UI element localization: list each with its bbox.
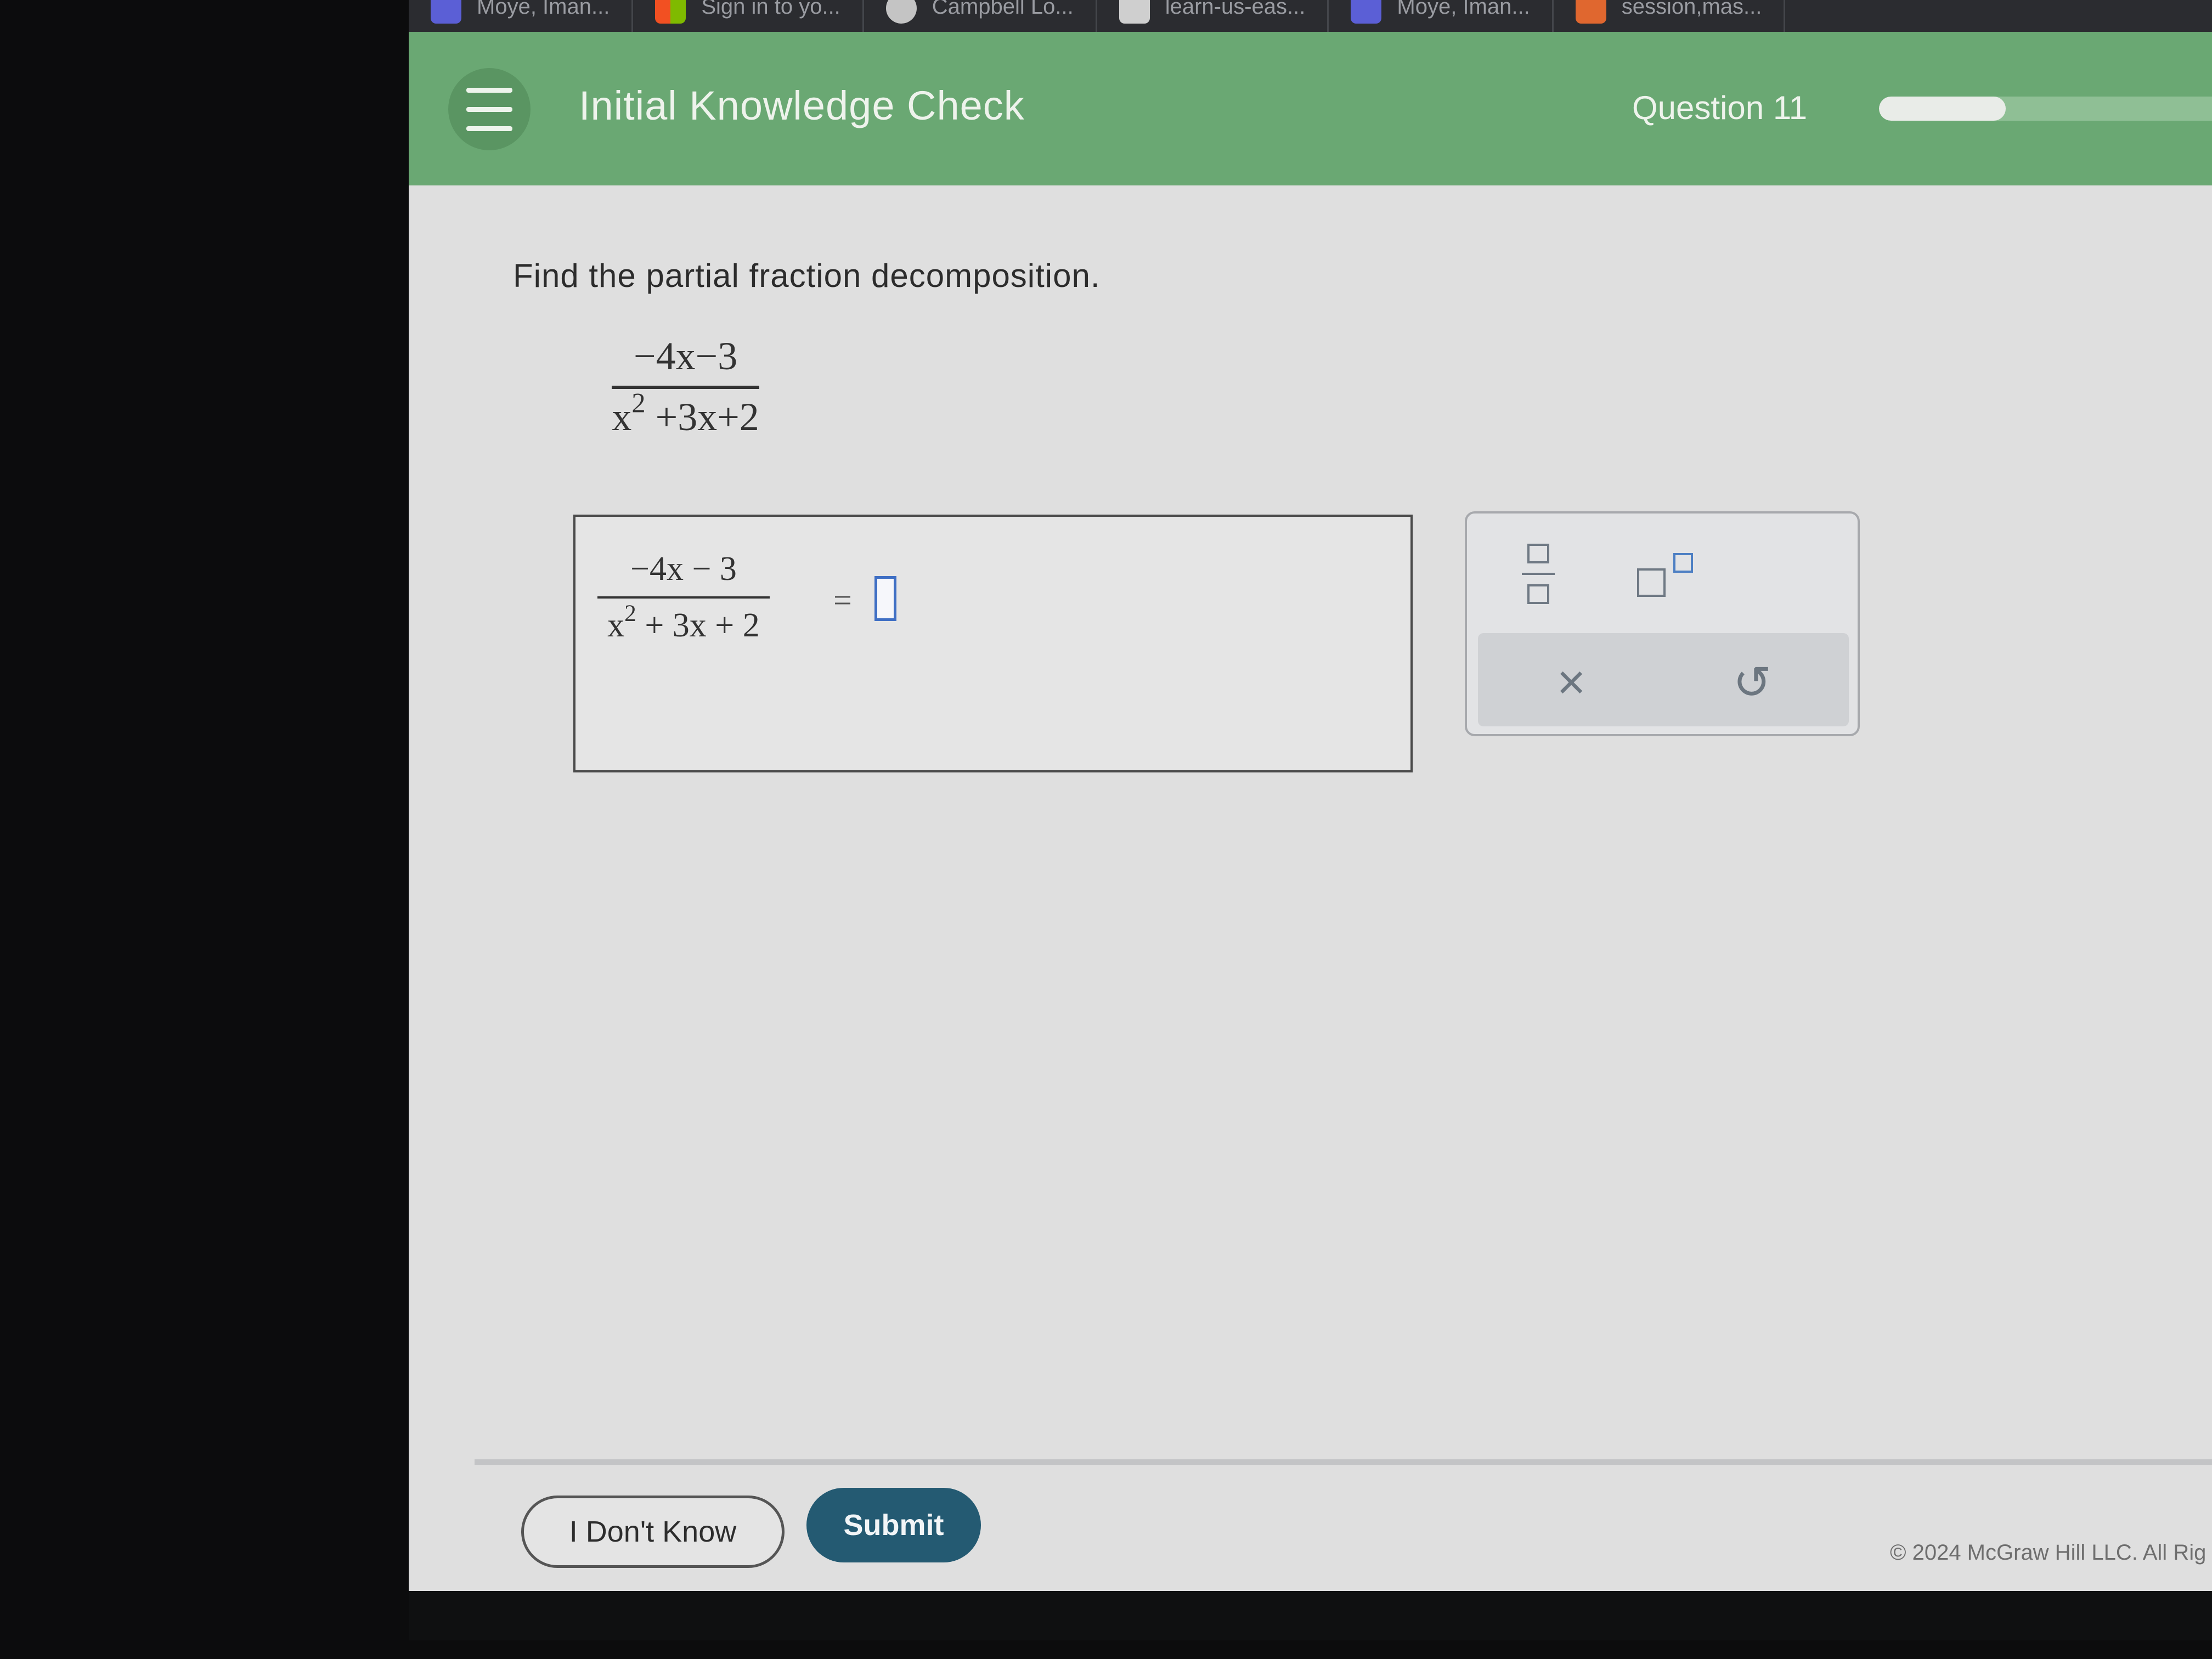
toolpad-actions: × ↺: [1478, 633, 1849, 726]
denominator-exponent: 2: [624, 600, 636, 627]
answer-slot[interactable]: [874, 576, 896, 621]
top-bar: Initial Knowledge Check Question 11: [409, 32, 2212, 185]
exponent-template-button[interactable]: [1637, 546, 1697, 601]
undo-icon: ↺: [1733, 657, 1772, 708]
bookmark-label: Campbell Lo...: [932, 0, 1074, 19]
submit-button[interactable]: Submit: [806, 1488, 981, 1562]
progress-bar: [1879, 97, 2212, 121]
answer-denominator: x2 + 3x + 2: [607, 599, 760, 645]
bookmark-item[interactable]: Sign in to yo...: [633, 0, 864, 32]
dont-know-button[interactable]: I Don't Know: [521, 1496, 785, 1568]
bookmark-label: Moye, Iman...: [1397, 0, 1530, 19]
exponent-base-box-icon: [1637, 568, 1666, 597]
denominator-rest: + 3x + 2: [636, 607, 760, 644]
screen: Moye, Iman... Sign in to yo... Campbell …: [409, 0, 2212, 1640]
bookmark-label: Moye, Iman...: [477, 0, 610, 19]
bookmark-label: session,mas...: [1621, 0, 1762, 19]
screen-bezel: [409, 1591, 2212, 1640]
orange-app-icon: [1575, 0, 1606, 24]
circle-logo-icon: [885, 0, 917, 24]
progress-fill: [1879, 97, 2006, 121]
equals-sign: =: [833, 582, 852, 618]
question-prompt: Find the partial fraction decomposition.: [513, 257, 1101, 294]
bookmarks-bar: Moye, Iman... Sign in to yo... Campbell …: [409, 0, 2212, 32]
app-icon: [431, 0, 461, 24]
copyright-text: © 2024 McGraw Hill LLC. All Rig: [1890, 1541, 2207, 1565]
answer-numerator: −4x − 3: [630, 550, 737, 588]
bookmark-item[interactable]: Campbell Lo...: [864, 0, 1097, 32]
menu-button[interactable]: [448, 68, 531, 150]
bookmark-item[interactable]: session,mas...: [1554, 0, 1786, 32]
close-icon: ×: [1556, 654, 1586, 710]
bookmark-label: learn-us-eas...: [1165, 0, 1306, 19]
denominator-base: x: [612, 395, 632, 439]
denominator-base: x: [607, 607, 625, 644]
answer-input-area[interactable]: −4x − 3 x2 + 3x + 2 =: [573, 515, 1413, 772]
denominator-exponent: 2: [631, 387, 646, 419]
hamburger-icon: [466, 81, 512, 138]
bookmark-item[interactable]: learn-us-eas...: [1097, 0, 1329, 32]
page-title: Initial Knowledge Check: [579, 83, 1025, 128]
denominator-rest: +3x+2: [645, 395, 759, 439]
bookmark-item[interactable]: Moye, Iman...: [1329, 0, 1554, 32]
math-toolpad: × ↺: [1465, 511, 1860, 736]
footer-divider: [475, 1459, 2212, 1465]
given-numerator: −4x−3: [634, 334, 738, 378]
windows-logo-icon: [655, 0, 686, 24]
fraction-denominator-box-icon: [1527, 584, 1549, 604]
box-logo-icon: [1119, 0, 1150, 24]
question-number: Question 11: [1632, 89, 1808, 126]
app-icon: [1351, 0, 1382, 24]
bookmark-item[interactable]: Moye, Iman...: [409, 0, 634, 32]
exponent-box-icon: [1673, 553, 1693, 573]
fraction-numerator-box-icon: [1527, 544, 1549, 563]
undo-button[interactable]: ↺: [1725, 655, 1780, 710]
fraction-bar-icon: [1522, 573, 1555, 575]
answer-expression: −4x − 3 x2 + 3x + 2: [597, 550, 770, 645]
bookmark-label: Sign in to yo...: [701, 0, 840, 19]
fraction-template-button[interactable]: [1516, 544, 1560, 604]
given-denominator: x2 +3x+2: [612, 389, 759, 440]
question-area: Find the partial fraction decomposition.…: [409, 185, 2212, 1464]
given-expression: −4x−3 x2 +3x+2: [612, 334, 760, 440]
clear-button[interactable]: ×: [1544, 655, 1599, 710]
